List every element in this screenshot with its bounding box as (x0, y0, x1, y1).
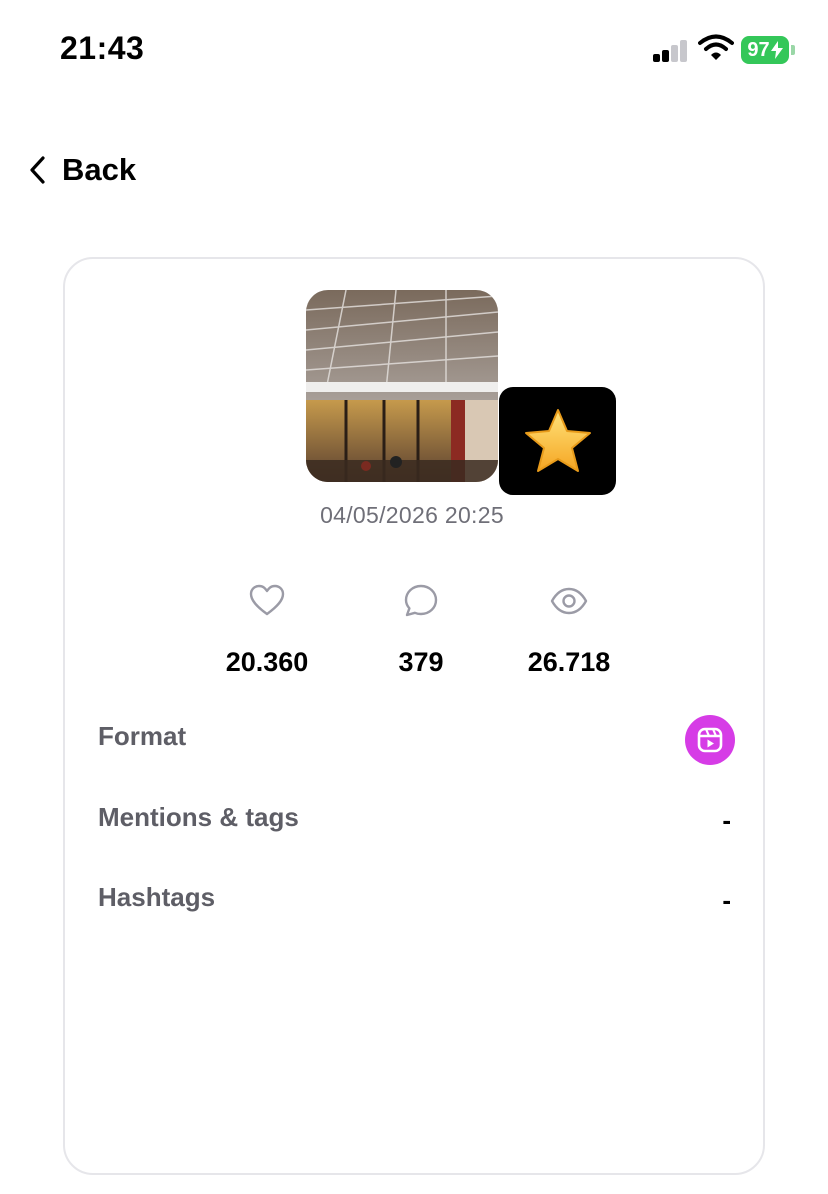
reels-format-badge (685, 715, 735, 765)
mentions-tags-value: - (722, 805, 731, 835)
star-badge (499, 387, 616, 495)
post-thumbnail[interactable] (306, 290, 498, 482)
post-detail-screen: 21:43 97 Back 04/05/2026 20:25 20.360 37… (0, 0, 828, 1194)
star-icon (524, 409, 591, 472)
reels-icon (697, 727, 723, 753)
heart-icon (249, 584, 285, 616)
post-date-text: 04/05/2026 20:25 (320, 502, 504, 528)
likes-count: 20.360 (225, 647, 309, 677)
back-label: Back (62, 152, 137, 187)
comments-count: 379 (398, 647, 444, 677)
views-count: 26.718 (527, 647, 611, 677)
eye-icon (550, 587, 588, 615)
post-photo (306, 290, 498, 482)
battery-cap (791, 45, 795, 55)
hashtags-label: Hashtags (98, 882, 216, 912)
hashtags-value: - (722, 885, 731, 915)
comment-icon (404, 584, 438, 617)
format-label: Format (98, 721, 187, 751)
wifi-icon (698, 34, 734, 60)
mentions-tags-label: Mentions & tags (98, 802, 299, 832)
status-time: 21:43 (60, 30, 145, 66)
battery-level: 97 (747, 38, 770, 61)
charging-bolt-icon (770, 41, 783, 59)
post-card: 04/05/2026 20:25 20.360 379 26.718 Forma… (63, 257, 765, 1175)
cellular-signal-icon (651, 38, 691, 62)
chevron-left-icon (30, 156, 45, 184)
post-date: 04/05/2026 20:25 (65, 502, 767, 529)
back-button[interactable]: Back (28, 148, 136, 192)
battery-indicator: 97 (741, 36, 789, 64)
